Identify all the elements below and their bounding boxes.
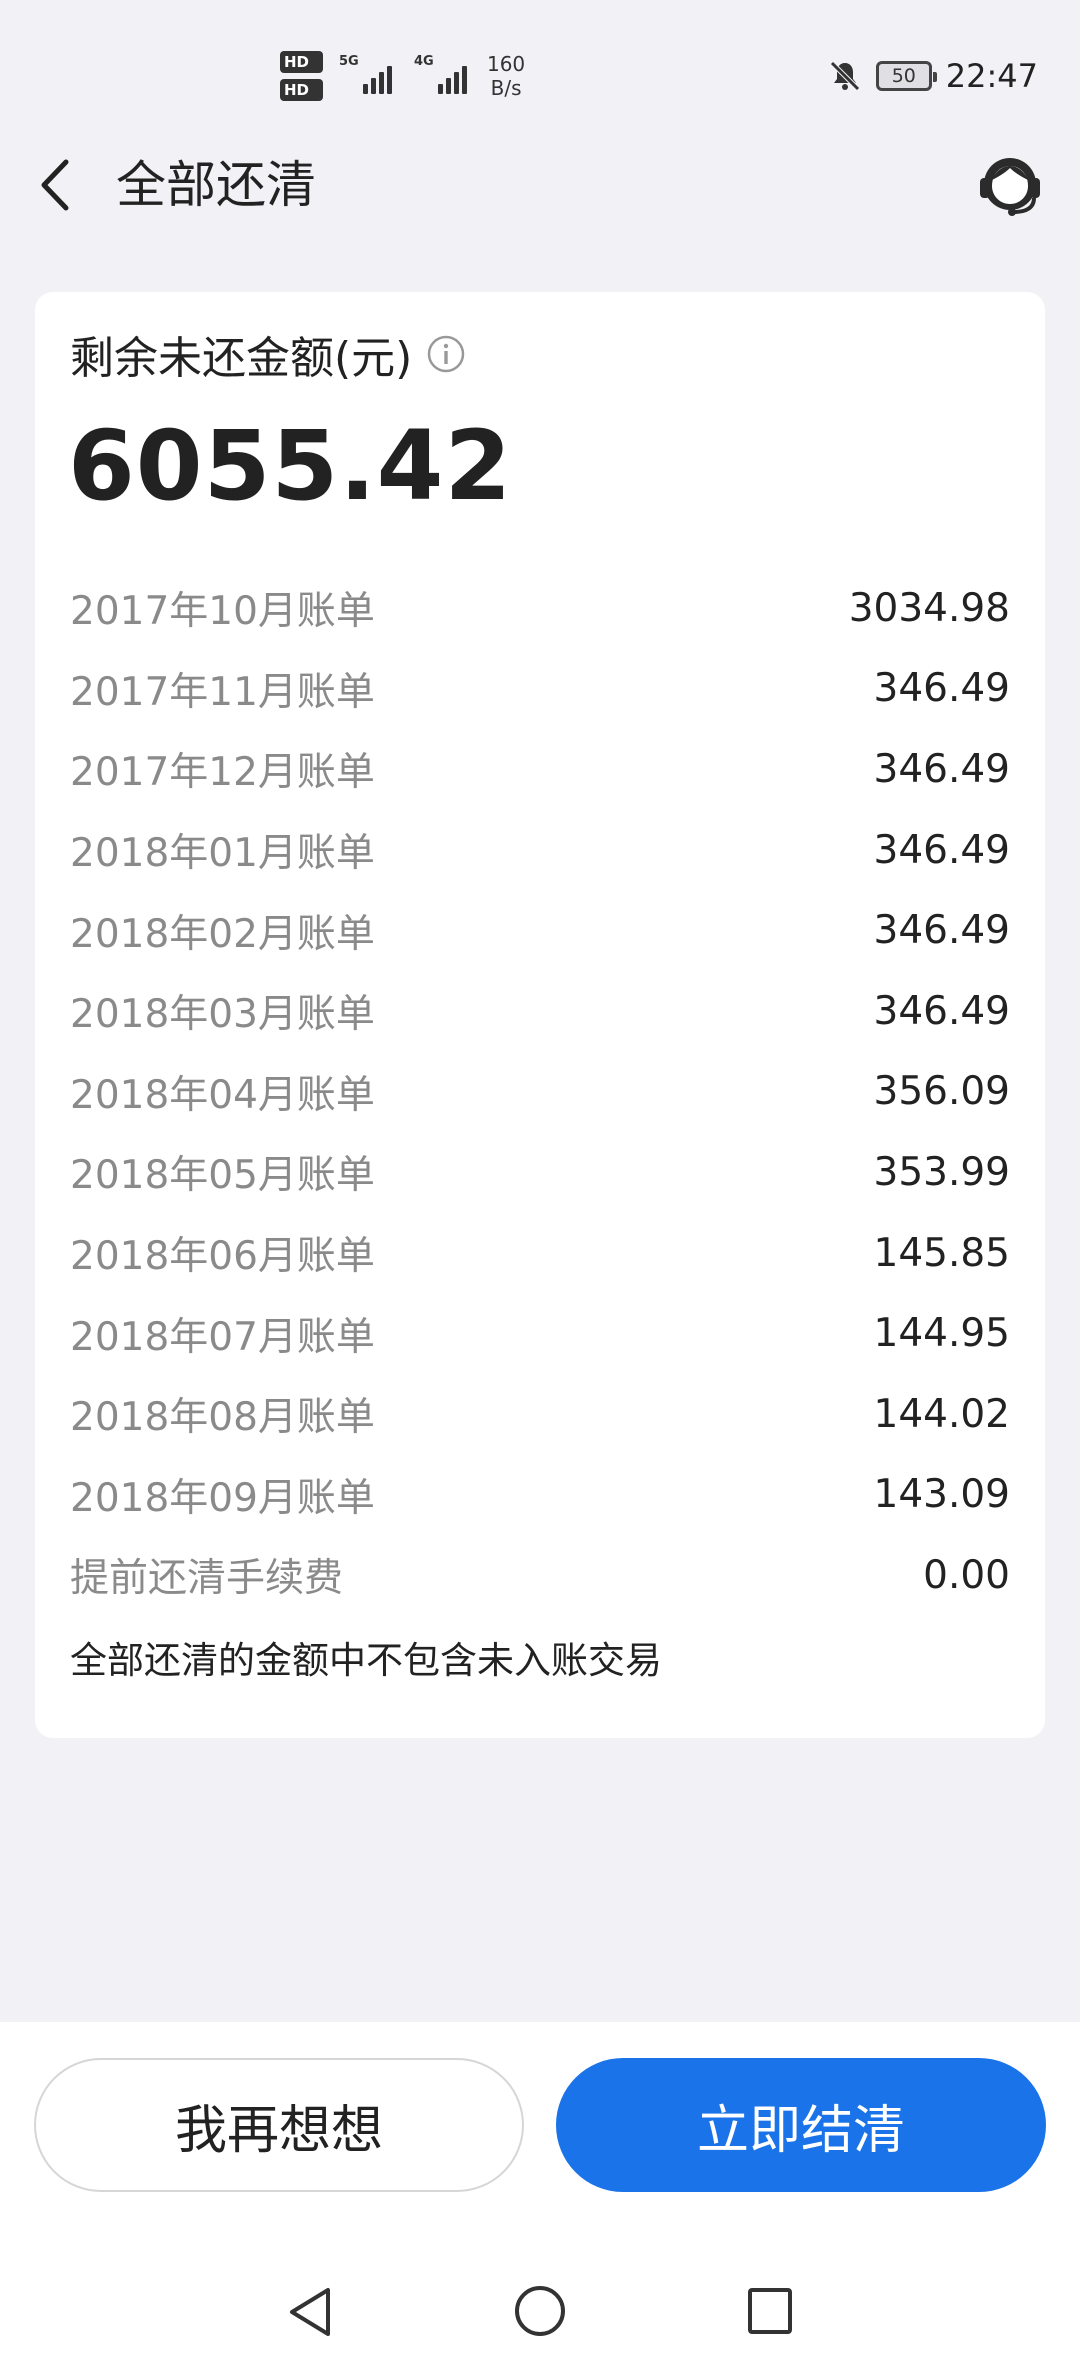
bill-value: 356.09 — [873, 1069, 1010, 1115]
remaining-amount-value: 6055.42 — [68, 410, 513, 522]
mute-bell-icon — [830, 61, 860, 91]
bill-value: 145.85 — [873, 1230, 1010, 1276]
settle-now-button[interactable]: 立即结清 — [556, 2058, 1046, 2192]
bill-row: 2018年09月账单 143.09 — [70, 1455, 1010, 1536]
remaining-amount-text: 剩余未还金额(元) — [70, 333, 413, 384]
chevron-left-icon[interactable] — [36, 150, 76, 220]
fee-row: 提前还清手续费 0.00 — [70, 1535, 1010, 1616]
fee-label: 提前还清手续费 — [70, 1556, 344, 1602]
status-left: HD 1 HD 2 5G 4G 160 B/s — [280, 44, 525, 108]
bill-value: 353.99 — [873, 1149, 1010, 1195]
signal-icon: 5G — [339, 54, 392, 94]
info-icon[interactable] — [426, 334, 466, 374]
remaining-amount-label: 剩余未还金额(元) — [70, 322, 466, 386]
bill-list: 2017年10月账单 3034.98 2017年11月账单 346.49 2017年… — [70, 568, 1010, 1616]
page-title: 全部还清 — [116, 156, 316, 214]
bill-value: 346.49 — [873, 988, 1010, 1034]
bill-label: 2018年07月账单 — [70, 1314, 375, 1360]
battery-icon: 50 — [875, 61, 937, 91]
status-right: 50 22:47 — [828, 52, 1038, 100]
bill-row: 2018年07月账单 144.95 — [70, 1293, 1010, 1374]
bill-label: 2018年04月账单 — [70, 1072, 375, 1118]
bill-label: 2018年02月账单 — [70, 911, 375, 957]
bill-row: 2018年06月账单 145.85 — [70, 1213, 1010, 1294]
bill-label: 2018年03月账单 — [70, 992, 375, 1038]
status-bar: HD 1 HD 2 5G 4G 160 B/s 50 22:47 — [0, 0, 1080, 140]
recents-square-icon[interactable] — [746, 2286, 794, 2336]
bill-value: 346.49 — [873, 908, 1010, 954]
payoff-note: 全部还清的金额中不包含未入账交易 — [70, 1639, 662, 1682]
signal-icon-2: 4G — [414, 54, 467, 94]
bill-row: 2017年12月账单 346.49 — [70, 729, 1010, 810]
bill-label: 2017年12月账单 — [70, 750, 375, 796]
network-speed: 160 B/s — [486, 52, 526, 100]
bill-value: 3034.98 — [848, 585, 1010, 631]
bill-label: 2017年11月账单 — [70, 669, 375, 715]
clock: 22:47 — [945, 57, 1038, 95]
fee-value: 0.00 — [923, 1552, 1010, 1598]
bill-value: 144.95 — [873, 1311, 1010, 1357]
hd-indicators: HD 1 HD 2 — [280, 51, 323, 101]
customer-service-icon[interactable] — [970, 146, 1050, 226]
bill-label: 2018年09月账单 — [70, 1475, 375, 1521]
bill-row: 2018年04月账单 356.09 — [70, 1052, 1010, 1133]
bill-row: 2018年08月账单 144.02 — [70, 1374, 1010, 1455]
payoff-card: 剩余未还金额(元) 6055.42 2017年10月账单 3034.98 2017… — [35, 292, 1045, 1738]
bill-label: 2018年01月账单 — [70, 831, 375, 877]
hd2-badge: HD 2 — [280, 79, 323, 101]
bill-row: 2018年03月账单 346.49 — [70, 971, 1010, 1052]
bill-value: 346.49 — [873, 827, 1010, 873]
bill-row: 2017年11月账单 346.49 — [70, 649, 1010, 730]
bill-row: 2018年01月账单 346.49 — [70, 810, 1010, 891]
network-5g-label: 5G — [338, 54, 359, 69]
bill-label: 2018年05月账单 — [70, 1153, 375, 1199]
bill-value: 144.02 — [873, 1391, 1010, 1437]
bill-label: 2018年08月账单 — [70, 1395, 375, 1441]
hd1-badge: HD 1 — [280, 51, 323, 73]
bill-value: 143.09 — [873, 1472, 1010, 1518]
bill-row: 2018年05月账单 353.99 — [70, 1132, 1010, 1213]
bill-label: 2017年10月账单 — [70, 589, 375, 635]
network-4g-label: 4G — [413, 54, 434, 69]
back-triangle-icon[interactable] — [286, 2284, 334, 2340]
bill-value: 346.49 — [873, 746, 1010, 792]
bill-row: 2017年10月账单 3034.98 — [70, 568, 1010, 649]
bill-label: 2018年06月账单 — [70, 1234, 375, 1280]
home-circle-icon[interactable] — [513, 2284, 567, 2338]
bill-value: 346.49 — [873, 666, 1010, 712]
system-nav-bar — [0, 2256, 1080, 2376]
think-again-button[interactable]: 我再想想 — [34, 2058, 524, 2192]
bill-row: 2018年02月账单 346.49 — [70, 890, 1010, 971]
